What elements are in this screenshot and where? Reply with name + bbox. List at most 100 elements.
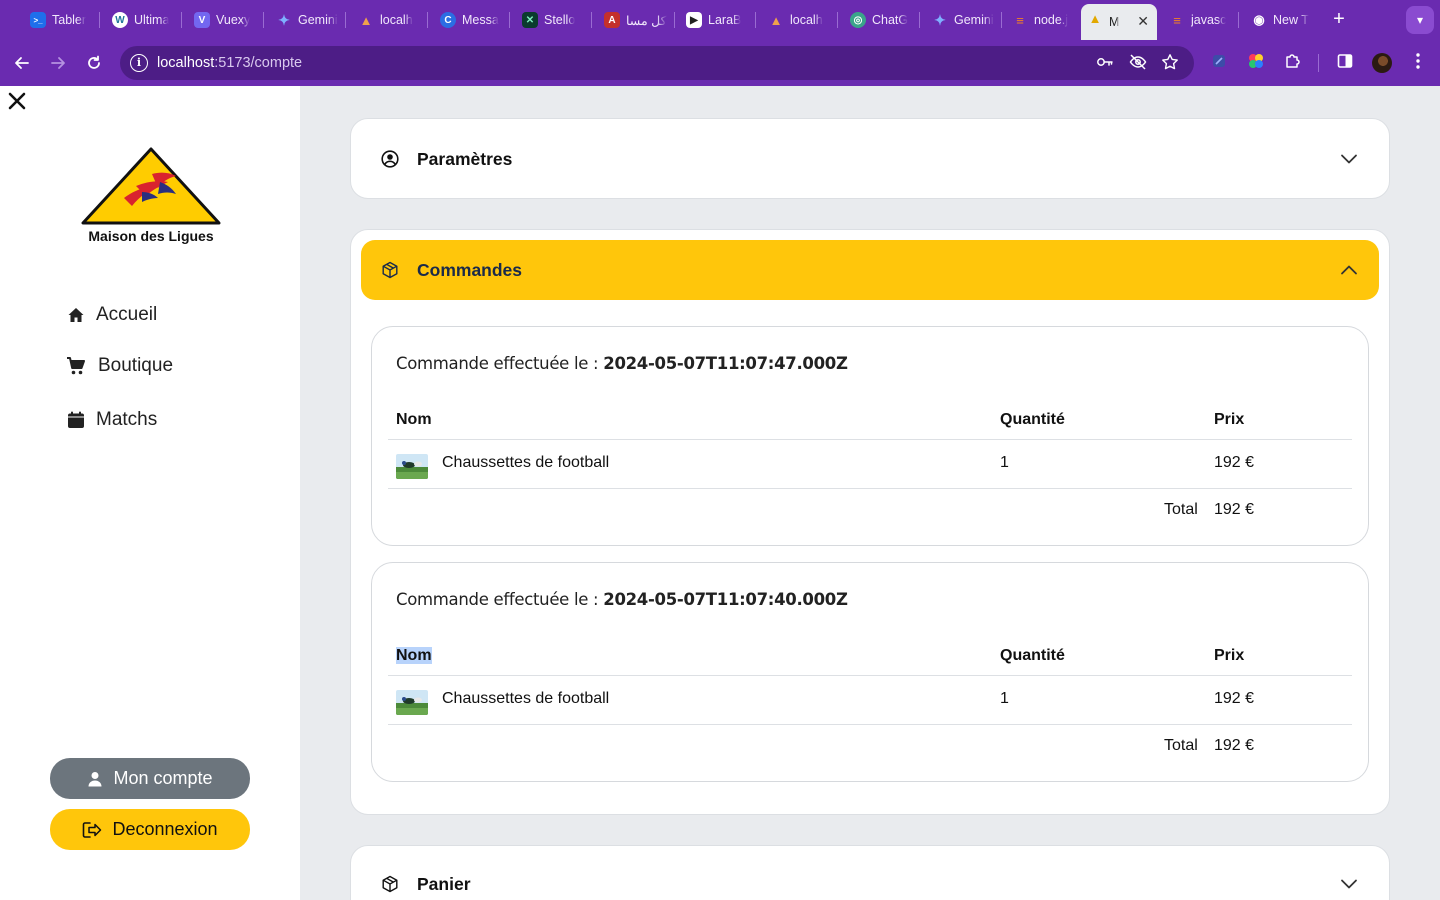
browser-tab[interactable]: ≡ node.j bbox=[1006, 6, 1074, 34]
puzzle-icon[interactable] bbox=[1282, 52, 1304, 74]
sidebar-item-boutique[interactable]: Boutique bbox=[66, 351, 173, 381]
close-sidebar-icon[interactable] bbox=[6, 91, 28, 113]
table-divider bbox=[388, 439, 1352, 440]
cart-accordion-header[interactable]: Panier bbox=[361, 854, 1379, 900]
logout-icon bbox=[82, 821, 102, 839]
tab-separator bbox=[263, 12, 264, 28]
table-divider bbox=[388, 488, 1352, 489]
product-name: Chaussettes de football bbox=[442, 690, 610, 707]
my-account-button[interactable]: Mon compte bbox=[50, 758, 250, 799]
browser-tab[interactable]: ✕ Stello bbox=[516, 6, 584, 34]
order-date: Commande effectuée le : 2024-05-07T11:07… bbox=[396, 590, 848, 609]
browser-tab-strip: >_ Tabler W Ultima V Vuexy ✦ Gemini ▲ lo… bbox=[0, 0, 1440, 40]
gemini-icon: ✦ bbox=[934, 11, 946, 28]
order-card: Commande effectuée le : 2024-05-07T11:07… bbox=[371, 326, 1369, 546]
sidebar-item-matchs[interactable]: Matchs bbox=[66, 405, 157, 435]
forward-icon[interactable] bbox=[45, 50, 71, 76]
browser-tab[interactable]: V Vuexy bbox=[188, 6, 256, 34]
cart-title: Panier bbox=[417, 873, 471, 894]
chevron-down-icon bbox=[1339, 875, 1359, 893]
logout-button[interactable]: Deconnexion bbox=[50, 809, 250, 850]
localhost-icon: ▲ bbox=[769, 12, 783, 28]
column-header-quantity: Quantité bbox=[1000, 411, 1065, 428]
browser-tab[interactable]: C Messa bbox=[434, 6, 502, 34]
total-value: 192 € bbox=[1214, 501, 1255, 518]
orders-section: Commandes Commande effectuée le : 2024-0… bbox=[350, 229, 1390, 815]
product-thumbnail[interactable] bbox=[396, 454, 428, 479]
order-card: Commande effectuée le : 2024-05-07T11:07… bbox=[371, 562, 1369, 782]
browser-tab[interactable]: ▲ localh bbox=[352, 6, 420, 34]
browser-tab[interactable]: >_ Tabler bbox=[24, 6, 92, 34]
browser-tab[interactable]: ◎ ChatG bbox=[844, 6, 912, 34]
tab-title: كل مسا bbox=[626, 13, 667, 28]
table-divider bbox=[388, 724, 1352, 725]
tab-separator bbox=[181, 12, 182, 28]
news-icon: A bbox=[604, 12, 620, 28]
stackoverflow-icon: ≡ bbox=[1173, 12, 1181, 28]
back-icon[interactable] bbox=[9, 50, 35, 76]
site-info-icon[interactable]: i bbox=[130, 54, 148, 72]
terminal-icon: >_ bbox=[30, 12, 46, 28]
extension-icon[interactable] bbox=[1208, 52, 1230, 74]
my-account-label: Mon compte bbox=[113, 768, 213, 788]
tab-title: Gemini bbox=[298, 13, 338, 27]
tab-title: M bbox=[1109, 15, 1120, 29]
chatgpt-icon: ◎ bbox=[850, 12, 866, 28]
tab-separator bbox=[1238, 12, 1239, 28]
key-icon[interactable] bbox=[1095, 53, 1115, 73]
selected-text: Nom bbox=[396, 647, 432, 664]
sidebar-item-accueil[interactable]: Accueil bbox=[66, 300, 157, 330]
main-content: Paramètres Commandes Commande effectuée … bbox=[300, 86, 1440, 900]
reload-icon[interactable] bbox=[81, 50, 107, 76]
browser-tab[interactable]: W Ultima bbox=[106, 6, 174, 34]
tab-separator bbox=[509, 12, 510, 28]
tab-title: ChatG bbox=[872, 13, 909, 27]
logo[interactable]: Maison des Ligues bbox=[78, 146, 224, 246]
chrome-icon: ◉ bbox=[1253, 12, 1265, 27]
settings-title: Paramètres bbox=[417, 148, 513, 169]
localhost-icon: ▲ bbox=[359, 12, 373, 28]
eye-off-icon[interactable] bbox=[1128, 53, 1148, 73]
logout-label: Deconnexion bbox=[112, 819, 218, 839]
tab-title: LaraB bbox=[708, 13, 742, 27]
tab-title: Vuexy bbox=[216, 13, 251, 27]
address-bar[interactable]: i localhost:5173/compte bbox=[120, 46, 1194, 80]
tab-search-button[interactable]: ▾ bbox=[1406, 6, 1434, 34]
wordpress-icon: W bbox=[112, 12, 128, 28]
color-picker-extension-icon[interactable] bbox=[1245, 52, 1267, 74]
tab-title: Stello bbox=[544, 13, 576, 27]
order-date: Commande effectuée le : 2024-05-07T11:07… bbox=[396, 354, 848, 373]
tab-separator bbox=[755, 12, 756, 28]
total-label: Total bbox=[1164, 737, 1198, 754]
tab-title: Tabler bbox=[52, 13, 87, 27]
browser-tab[interactable]: ✦ Gemini bbox=[270, 6, 338, 34]
tab-title: localh bbox=[380, 13, 413, 27]
user-circle-icon bbox=[381, 150, 399, 168]
total-value: 192 € bbox=[1214, 737, 1255, 754]
user-icon bbox=[87, 771, 103, 787]
browser-tab-active[interactable]: ▲ M ✕ bbox=[1081, 4, 1157, 40]
logo-triangle-icon bbox=[81, 147, 221, 225]
settings-accordion-header[interactable]: Paramètres bbox=[361, 129, 1379, 189]
profile-avatar[interactable] bbox=[1372, 53, 1392, 73]
product-price: 192 € bbox=[1214, 690, 1255, 707]
browser-tab[interactable]: ✦ Gemini bbox=[926, 6, 994, 34]
new-tab-button[interactable]: + bbox=[1329, 8, 1349, 32]
column-header-name: Nom bbox=[396, 411, 432, 428]
browser-tab[interactable]: A كل مسا bbox=[598, 6, 670, 34]
side-panel-icon[interactable] bbox=[1334, 52, 1356, 74]
browser-tab[interactable]: ◉ New T bbox=[1245, 6, 1313, 34]
browser-tab[interactable]: ▶ LaraB bbox=[680, 6, 748, 34]
browser-tab[interactable]: ≡ javasc bbox=[1163, 6, 1231, 34]
close-tab-icon[interactable]: ✕ bbox=[1137, 13, 1149, 30]
messenger-icon: C bbox=[440, 12, 456, 28]
maison-des-ligues-icon: ▲ bbox=[1088, 10, 1102, 26]
orders-title: Commandes bbox=[417, 259, 523, 280]
more-menu-icon[interactable] bbox=[1407, 52, 1429, 74]
chevron-up-icon bbox=[1339, 261, 1359, 279]
orders-accordion-header[interactable]: Commandes bbox=[361, 240, 1379, 300]
browser-tab[interactable]: ▲ localh bbox=[762, 6, 830, 34]
vuexy-icon: V bbox=[194, 12, 210, 28]
star-icon[interactable] bbox=[1160, 53, 1180, 73]
product-thumbnail[interactable] bbox=[396, 690, 428, 715]
